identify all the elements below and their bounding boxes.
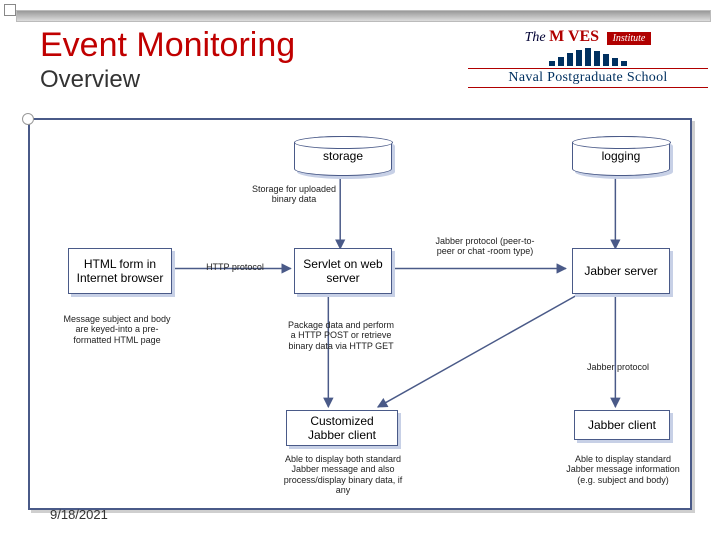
decoration-bar [16, 10, 711, 22]
annotation-display-both: Able to display both standard Jabber mes… [278, 454, 408, 495]
diagram-frame: storage logging HTML form in Internet br… [28, 118, 692, 510]
annotation-storage-uploaded: Storage for uploaded binary data [248, 184, 340, 205]
moves-prefix: The [525, 30, 546, 45]
slide-subtitle: Overview [40, 66, 140, 94]
annotation-jabber-protocol: Jabber protocol [568, 362, 668, 372]
node-customized-client: Customized Jabber client [286, 410, 398, 446]
node-customized-client-label: Customized Jabber client [293, 414, 391, 443]
annotation-package-data: Package data and perform a HTTP POST or … [286, 320, 396, 351]
node-servlet-label: Servlet on web server [301, 257, 385, 286]
node-jabber-server-label: Jabber server [584, 264, 657, 278]
nps-label: Naval Postgraduate School [468, 68, 708, 88]
annotation-message-subject: Message subject and body are keyed-into … [58, 314, 176, 345]
node-html-form-label: HTML form in Internet browser [75, 257, 165, 286]
node-html-form: HTML form in Internet browser [68, 248, 172, 294]
node-jabber-server: Jabber server [572, 248, 670, 294]
moves-logo-text: The M VES Institute [468, 28, 708, 46]
node-servlet: Servlet on web server [294, 248, 392, 294]
slide: Event Monitoring Overview The M VES Inst… [0, 0, 720, 540]
slide-title: Event Monitoring [40, 26, 295, 65]
node-jabber-client-label: Jabber client [588, 418, 656, 432]
decoration-circle [22, 113, 34, 125]
node-jabber-client: Jabber client [574, 410, 670, 440]
logo-bars-icon [468, 48, 708, 66]
moves-caps: M VES [549, 28, 599, 45]
node-storage: storage [294, 136, 392, 176]
annotation-display-standard: Able to display standard Jabber message … [560, 454, 686, 485]
annotation-jabber-peer: Jabber protocol (peer-to-peer or chat -r… [430, 236, 540, 257]
institute-label: Institute [607, 32, 652, 45]
institution-logo: The M VES Institute Naval Postgraduate S… [468, 28, 708, 88]
node-storage-label: storage [323, 149, 363, 163]
annotation-http-protocol: HTTP protocol [200, 262, 270, 272]
node-logging-label: logging [602, 149, 641, 163]
slide-date: 9/18/2021 [50, 507, 108, 522]
decoration-square [4, 4, 16, 16]
node-logging: logging [572, 136, 670, 176]
